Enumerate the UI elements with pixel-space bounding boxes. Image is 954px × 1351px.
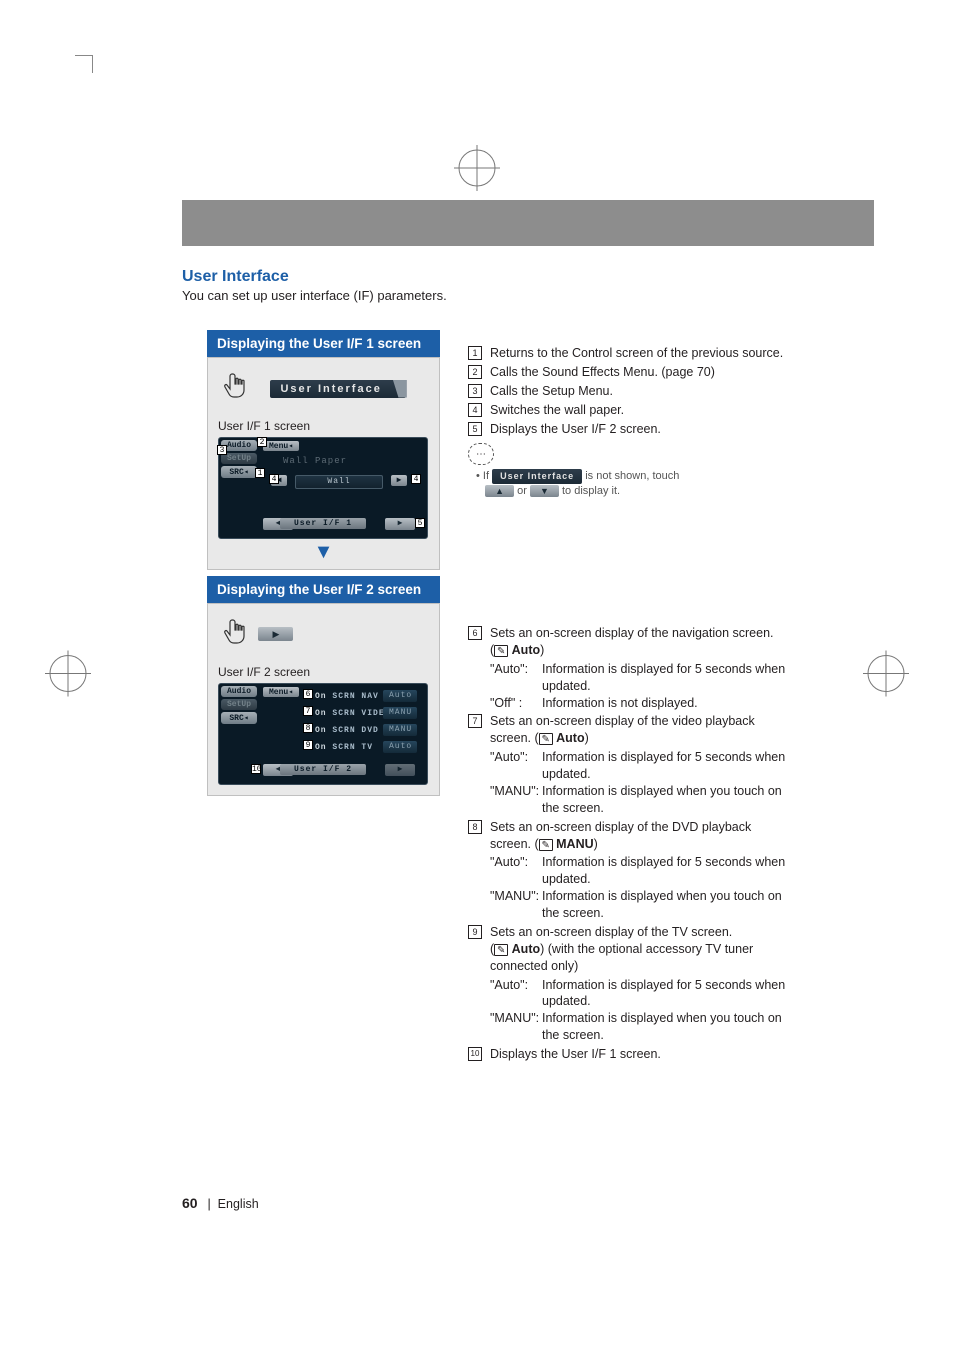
pencil-icon: ✎: [494, 944, 508, 956]
def-key: "MANU":: [490, 888, 542, 922]
desc-2: Calls the Sound Effects Menu. (page 70): [490, 364, 786, 381]
def-val: Information is displayed when you touch …: [542, 1010, 786, 1044]
num-box: 2: [468, 365, 482, 379]
def-val: Information is displayed for 5 seconds w…: [542, 854, 786, 888]
right-column-upper: 1 Returns to the Control screen of the pr…: [468, 345, 786, 499]
num-box: 10: [468, 1047, 482, 1061]
inline-title-pill: User Interface: [492, 469, 582, 483]
def-key: "Off" :: [490, 695, 542, 712]
def-val: Information is displayed for 5 seconds w…: [542, 749, 786, 783]
wallpaper-value: Wall: [295, 475, 383, 489]
def-key: "MANU":: [490, 1010, 542, 1044]
next-button[interactable]: ▶: [391, 475, 407, 486]
header-bar: [182, 200, 874, 246]
continue-indicator: ▼: [218, 545, 429, 559]
callout-2: 2: [257, 437, 267, 447]
num-box: 4: [468, 403, 482, 417]
wallpaper-label: Wall Paper: [283, 456, 347, 466]
callout-1: 1: [255, 468, 265, 478]
title-band[interactable]: User Interface: [270, 380, 405, 398]
num-box: 8: [468, 820, 482, 834]
def-key: "Auto":: [490, 661, 542, 695]
desc-8: Sets an on-screen display of the DVD pla…: [490, 819, 786, 853]
def-key: "Auto":: [490, 854, 542, 888]
num-box: 1: [468, 346, 482, 360]
opt-dvd-val: MANU: [383, 724, 417, 736]
desc-6: Sets an on-screen display of the navigat…: [490, 625, 786, 659]
desc-7: Sets an on-screen display of the video p…: [490, 713, 786, 747]
opt-tv[interactable]: On SCRN TV: [315, 741, 373, 755]
def-val: Information is displayed when you touch …: [542, 888, 786, 922]
callout-4a: 4: [269, 474, 279, 484]
registration-mark-left: [45, 650, 91, 701]
opt-video-val: MANU: [383, 707, 417, 719]
def-val: Information is not displayed.: [542, 695, 786, 712]
pager-title-2: User I/F 2: [280, 764, 366, 775]
callout-10: 10: [251, 764, 261, 774]
up-arrow-button[interactable]: ▲: [485, 485, 514, 497]
pencil-icon: ✎: [539, 733, 553, 745]
desc-3: Calls the Setup Menu.: [490, 383, 786, 400]
registration-mark-top: [454, 145, 500, 191]
registration-mark-right: [863, 650, 909, 701]
def-key: "Auto":: [490, 977, 542, 1011]
callout-9: 9: [303, 740, 313, 750]
card1-heading: Displaying the User I/F 1 screen: [207, 330, 440, 357]
opt-dvd[interactable]: On SCRN DVD: [315, 724, 379, 738]
callout-3: 3: [217, 445, 227, 455]
card2-heading: Displaying the User I/F 2 screen: [207, 576, 440, 603]
num-box: 5: [468, 422, 482, 436]
callout-6: 6: [303, 689, 313, 699]
page-number: 60: [182, 1195, 198, 1211]
desc-9: Sets an on-screen display of the TV scre…: [490, 924, 786, 975]
note-icon: ⋯: [468, 443, 494, 465]
pager-title-1: User I/F 1: [280, 518, 366, 529]
desc-4: Switches the wall paper.: [490, 402, 786, 419]
pager-next[interactable]: ▶: [385, 518, 415, 530]
def-key: "MANU":: [490, 783, 542, 817]
pencil-icon: ✎: [539, 839, 553, 851]
callout-4b: 4: [411, 474, 421, 484]
crop-corner-tl: [75, 55, 93, 73]
desc-5: Displays the User I/F 2 screen.: [490, 421, 786, 438]
def-val: Information is displayed for 5 seconds w…: [542, 977, 786, 1011]
note-text: • If User Interface is not shown, touch …: [468, 469, 786, 499]
opt-video[interactable]: On SCRN VIDEO: [315, 707, 390, 721]
def-key: "Auto":: [490, 749, 542, 783]
section-intro: You can set up user interface (IF) param…: [182, 288, 447, 303]
touch-icon: [218, 614, 254, 655]
page-footer: 60 | English: [182, 1195, 259, 1211]
device-screen-1: Audio SetUp 3 SRC◂ 1 Menu◂ 2 Wall Paper …: [218, 437, 428, 539]
num-box: 3: [468, 384, 482, 398]
card2-body: ▶ User I/F 2 screen Audio SetUp SRC◂ Men…: [207, 603, 440, 796]
opt-tv-val: Auto: [383, 741, 417, 753]
card1-body: User Interface User I/F 1 screen Audio S…: [207, 357, 440, 570]
opt-nav-val: Auto: [383, 690, 417, 702]
pager-next[interactable]: ▶: [385, 764, 415, 776]
num-box: 7: [468, 714, 482, 728]
touch-icon: [218, 368, 254, 409]
opt-nav[interactable]: On On SCRN NAVSCRN NAV: [315, 690, 379, 704]
def-val: Information is displayed for 5 seconds w…: [542, 661, 786, 695]
card2-sub-label: User I/F 2 screen: [218, 665, 429, 679]
def-val: Information is displayed when you touch …: [542, 783, 786, 817]
next-arrow-button[interactable]: ▶: [258, 627, 293, 641]
desc-1: Returns to the Control screen of the pre…: [490, 345, 786, 362]
callout-7: 7: [303, 706, 313, 716]
menu-button[interactable]: Menu◂: [263, 441, 299, 451]
num-box: 6: [468, 626, 482, 640]
left-column: Displaying the User I/F 1 screen User In…: [207, 330, 440, 796]
section-title: User Interface: [182, 268, 289, 286]
num-box: 9: [468, 925, 482, 939]
right-column-lower: 6 Sets an on-screen display of the navig…: [468, 625, 786, 1065]
down-arrow-button[interactable]: ▼: [530, 485, 559, 497]
callout-8: 8: [303, 723, 313, 733]
desc-10: Displays the User I/F 1 screen.: [490, 1046, 786, 1063]
pencil-icon: ✎: [494, 645, 508, 657]
card1-sub-label: User I/F 1 screen: [218, 419, 429, 433]
device-screen-2: Audio SetUp SRC◂ Menu◂ 6 On On SCRN NAVS…: [218, 683, 428, 785]
callout-5: 5: [415, 518, 425, 528]
